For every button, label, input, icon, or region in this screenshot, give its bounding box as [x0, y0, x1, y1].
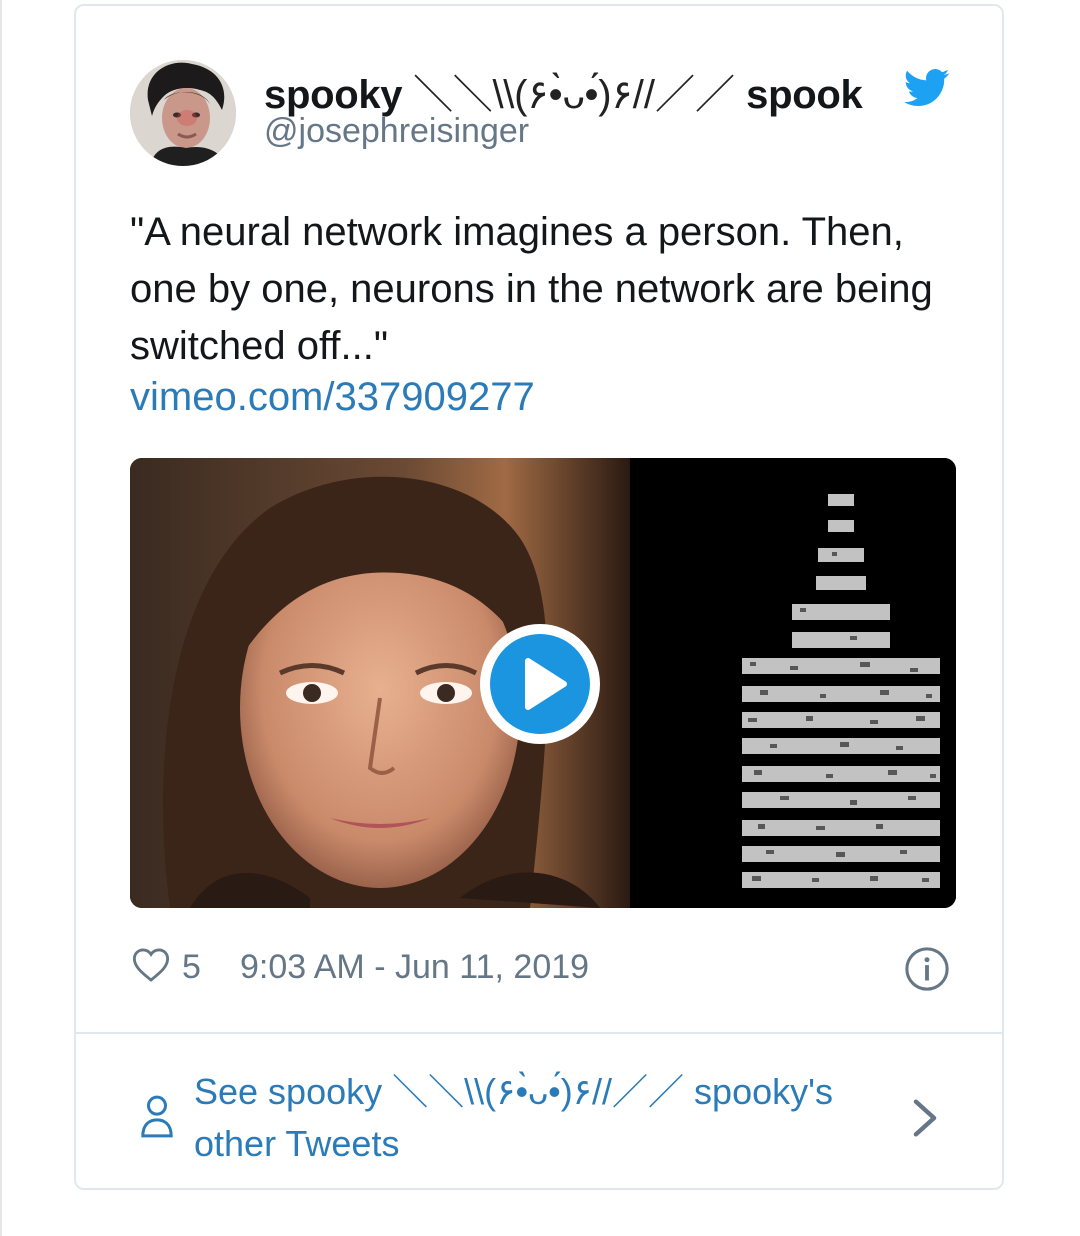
info-icon[interactable] — [904, 946, 950, 992]
embedded-tweet-card: spooky ＼＼\\(۶•̀ᴗ•́)۶//／／ spook @josephre… — [74, 4, 1004, 1190]
chevron-right-icon — [913, 1099, 937, 1137]
page: spooky ＼＼\\(۶•̀ᴗ•́)۶//／／ spook @josephre… — [0, 0, 1080, 1236]
twitter-bird-icon[interactable] — [904, 68, 950, 108]
play-icon — [525, 658, 567, 710]
see-other-tweets-link[interactable]: See spooky ＼＼\\(۶•̀ᴗ•́)۶//／／ spooky's ot… — [76, 1034, 1002, 1188]
see-more-prefix: See spooky — [194, 1071, 383, 1112]
user-handle[interactable]: @josephreisinger — [264, 112, 529, 151]
play-button[interactable] — [480, 624, 600, 744]
neuron-layers-visualization — [630, 458, 956, 908]
play-button-circle — [490, 634, 590, 734]
see-more-kaomoji: ＼＼\\(۶•̀ᴗ•́)۶//／／ — [392, 1071, 685, 1112]
see-other-tweets-text: See spooky ＼＼\\(۶•̀ᴗ•́)۶//／／ spooky's ot… — [194, 1066, 874, 1170]
tweet-text: "A neural network imagines a person. The… — [130, 210, 933, 368]
heart-icon[interactable] — [132, 947, 170, 983]
display-name-kaomoji: ＼＼\\(۶•̀ᴗ•́)۶//／／ — [413, 73, 735, 117]
see-more-suffix: spooky's — [694, 1071, 833, 1112]
tweet-link[interactable]: vimeo.com/337909277 — [130, 375, 535, 420]
see-more-line2: other Tweets — [194, 1123, 400, 1164]
display-name-prefix: spooky — [264, 73, 403, 117]
like-count: 5 — [182, 948, 201, 986]
avatar-image — [130, 60, 236, 166]
person-icon — [141, 1095, 173, 1138]
video-media[interactable] — [130, 458, 956, 908]
avatar[interactable] — [130, 60, 236, 166]
tweet-timestamp[interactable]: 9:03 AM - Jun 11, 2019 — [240, 948, 589, 987]
display-name-suffix: spook — [746, 73, 863, 117]
screen-edge — [0, 0, 2, 1236]
